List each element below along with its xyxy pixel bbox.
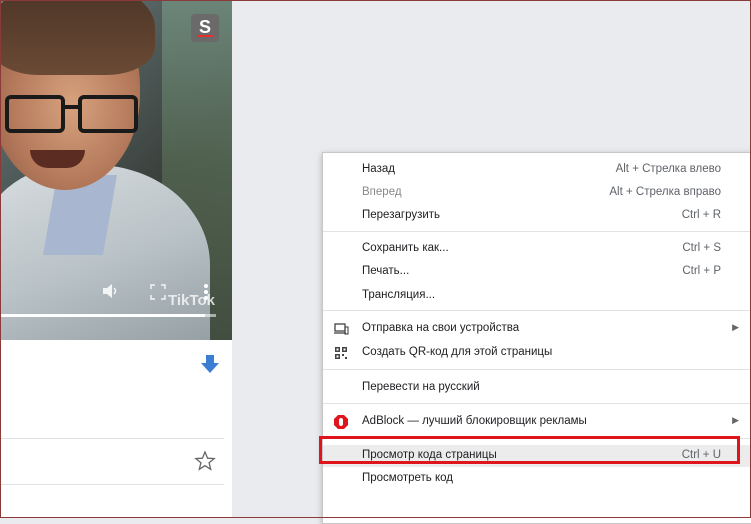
screenshot-frame [0, 0, 751, 518]
